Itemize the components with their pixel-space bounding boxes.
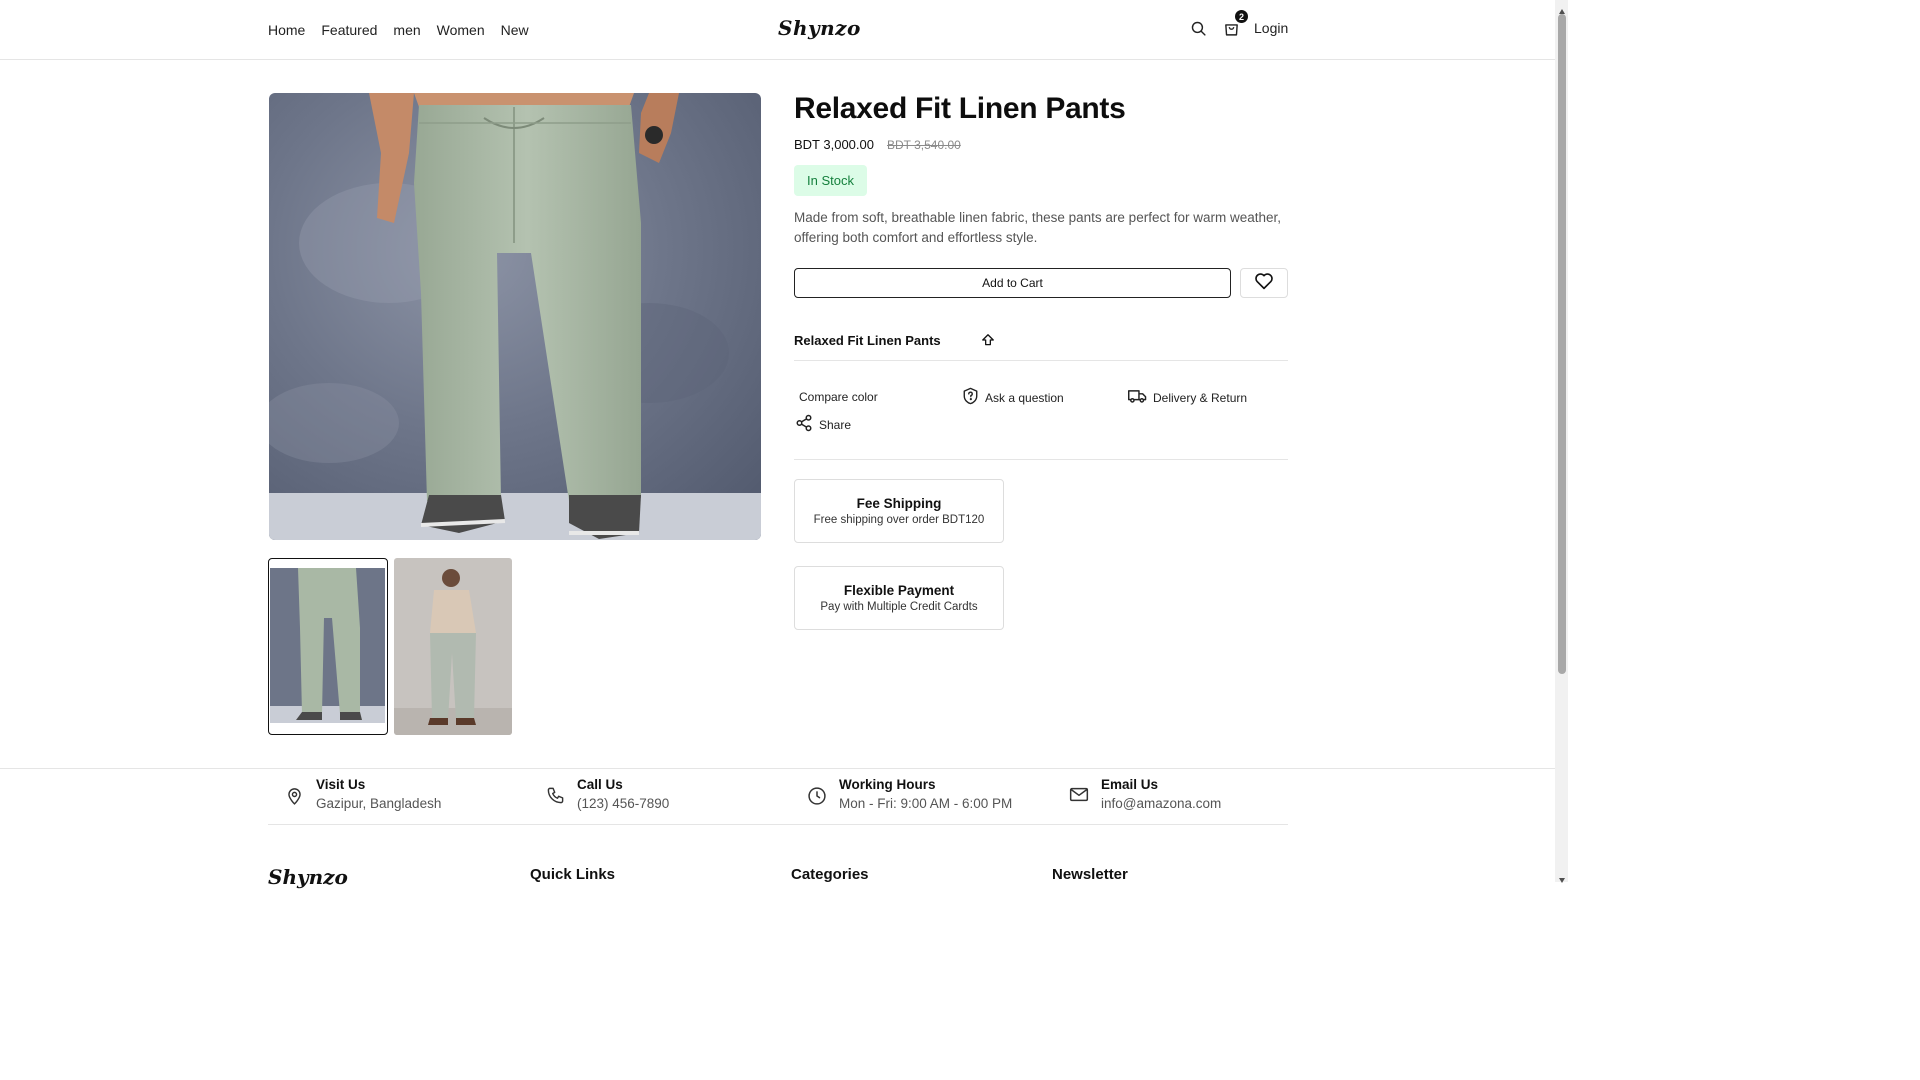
info-email: Email Us info@amazona.com xyxy=(1069,777,1221,811)
footer-heading-categories: Categories xyxy=(791,866,869,883)
feature-card-payment: Flexible Payment Pay with Multiple Credi… xyxy=(794,566,1004,630)
original-price: BDT 3,540.00 xyxy=(886,138,961,152)
scrollbar-thumb[interactable] xyxy=(1558,14,1566,674)
info-call: Call Us (123) 456-7890 xyxy=(546,777,669,811)
feature-title: Flexible Payment xyxy=(843,583,955,598)
thumbnail-1[interactable] xyxy=(268,558,388,735)
site-header: Home Featured men Women New Shynzo 2 Log… xyxy=(0,0,1555,60)
nav-home[interactable]: Home xyxy=(268,20,305,40)
header-actions: 2 Login xyxy=(1188,10,1288,38)
search-icon[interactable] xyxy=(1188,18,1208,38)
variant-row: Relaxed Fit Linen Pants xyxy=(794,331,1288,361)
product-actions: Compare color Ask a question Delivery & … xyxy=(794,387,1288,460)
shield-question-icon xyxy=(962,387,979,408)
info-hours: Working Hours Mon - Fri: 9:00 AM - 6:00 … xyxy=(807,777,1012,811)
delivery-return-label: Delivery & Return xyxy=(1153,390,1248,405)
thumbnail-2[interactable] xyxy=(394,558,512,735)
product-main-image[interactable] xyxy=(269,93,761,540)
cart-count-badge: 2 xyxy=(1235,10,1248,23)
wishlist-button[interactable] xyxy=(1240,268,1288,298)
feature-desc: Free shipping over order BDT120 xyxy=(813,514,985,526)
footer-logo[interactable]: Shynzo xyxy=(268,865,348,889)
heart-icon xyxy=(1254,272,1274,295)
info-visit: Visit Us Gazipur, Bangladesh xyxy=(285,777,441,811)
mail-icon xyxy=(1069,786,1089,808)
compare-color-action[interactable]: Compare color xyxy=(799,390,878,404)
phone-icon xyxy=(546,786,565,810)
share-action[interactable]: Share xyxy=(795,414,851,435)
info-value: Gazipur, Bangladesh xyxy=(316,796,442,811)
contact-info-strip: Visit Us Gazipur, Bangladesh Call Us (12… xyxy=(268,768,1288,825)
product-description: Made from soft, breathable linen fabric,… xyxy=(794,210,1281,245)
site-logo[interactable]: Shynzo xyxy=(778,16,861,40)
price-row: BDT 3,000.00 BDT 3,540.00 xyxy=(794,137,961,152)
feature-card-shipping: Fee Shipping Free shipping over order BD… xyxy=(794,479,1004,543)
info-title: Working Hours xyxy=(839,777,936,792)
clock-icon xyxy=(807,786,827,811)
map-pin-icon xyxy=(285,786,304,811)
nav-featured[interactable]: Featured xyxy=(321,20,377,40)
share-icon xyxy=(795,414,813,435)
nav-men[interactable]: men xyxy=(393,20,420,40)
footer-heading-newsletter: Newsletter xyxy=(1052,866,1128,883)
footer-heading-quick-links: Quick Links xyxy=(530,866,616,883)
arrow-up-icon[interactable] xyxy=(981,333,995,352)
delivery-return-action[interactable]: Delivery & Return xyxy=(1128,388,1247,407)
compare-color-label: Compare color xyxy=(799,390,878,404)
info-value: Mon - Fri: 9:00 AM - 6:00 PM xyxy=(839,796,1013,811)
info-value: info@amazona.com xyxy=(1101,796,1222,811)
scroll-down-icon[interactable] xyxy=(1558,871,1566,883)
ask-question-label: Ask a question xyxy=(985,390,1064,405)
add-to-cart-button[interactable]: Add to Cart xyxy=(794,268,1231,298)
product-title: Relaxed Fit Linen Pants xyxy=(794,92,1126,125)
login-link[interactable]: Login xyxy=(1254,18,1288,38)
variant-name: Relaxed Fit Linen Pants xyxy=(794,333,941,348)
nav-new[interactable]: New xyxy=(501,20,529,40)
info-value: (123) 456-7890 xyxy=(577,796,670,811)
scroll-up-icon[interactable] xyxy=(1558,3,1566,14)
info-title: Email Us xyxy=(1101,777,1159,792)
main-nav: Home Featured men Women New xyxy=(268,20,529,40)
feature-desc: Pay with Multiple Credit Cardts xyxy=(820,601,978,613)
info-title: Visit Us xyxy=(316,777,366,792)
info-title: Call Us xyxy=(577,777,623,792)
truck-icon xyxy=(1128,388,1147,407)
stock-badge: In Stock xyxy=(794,165,867,196)
share-label: Share xyxy=(819,417,852,432)
feature-title: Fee Shipping xyxy=(856,496,942,511)
nav-women[interactable]: Women xyxy=(437,20,485,40)
ask-question-action[interactable]: Ask a question xyxy=(962,387,1064,408)
cart-icon[interactable]: 2 xyxy=(1221,10,1248,38)
current-price: BDT 3,000.00 xyxy=(794,137,874,152)
